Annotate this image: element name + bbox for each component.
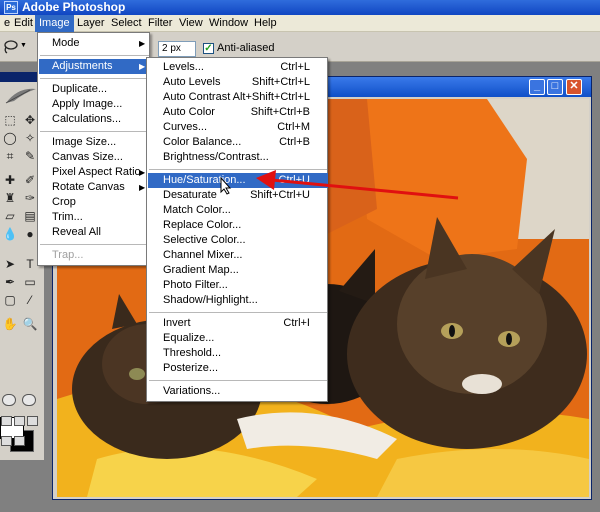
feather-logo-icon[interactable]: [4, 85, 38, 105]
menu-edit[interactable]: Edit: [10, 15, 37, 32]
pen-icon[interactable]: ✒: [2, 274, 18, 290]
menu-layer[interactable]: Layer: [73, 15, 109, 32]
photoshop-icon[interactable]: Ps: [4, 1, 18, 14]
menu-item-photo-filter[interactable]: Photo Filter...: [148, 278, 328, 293]
shape-icon[interactable]: ▭: [22, 274, 38, 290]
palette-button[interactable]: [14, 436, 25, 446]
app-title-bar: Ps Adobe Photoshop: [0, 0, 600, 15]
menu-item-curves[interactable]: Curves... Ctrl+M: [148, 120, 328, 135]
submenu-arrow-icon: ▶: [139, 39, 146, 48]
menu-item-selective-color[interactable]: Selective Color...: [148, 233, 328, 248]
menu-item-posterize[interactable]: Posterize...: [148, 361, 328, 376]
screen-mode-full-menu-button[interactable]: [14, 416, 25, 426]
submenu-arrow-icon: ▶: [139, 168, 146, 177]
dodge-icon[interactable]: ●: [22, 226, 38, 242]
menu-item-levels[interactable]: Levels... Ctrl+L: [148, 60, 328, 75]
menu-divider: [40, 131, 149, 132]
menu-item-gradient-map[interactable]: Gradient Map...: [148, 263, 328, 278]
menu-select[interactable]: Select: [107, 15, 146, 32]
crop-icon[interactable]: ⌗: [2, 148, 18, 164]
menu-item-auto-color[interactable]: Auto Color Shift+Ctrl+B: [148, 105, 328, 120]
maximize-button[interactable]: □: [547, 79, 563, 95]
menu-filter[interactable]: Filter: [144, 15, 176, 32]
eyedropper-icon[interactable]: ⁄: [22, 292, 38, 308]
menu-item-invert[interactable]: Invert Ctrl+I: [148, 316, 328, 331]
brush-icon[interactable]: ✐: [22, 172, 38, 188]
menu-item-channel-mixer[interactable]: Channel Mixer...: [148, 248, 328, 263]
minimize-button[interactable]: _: [529, 79, 545, 95]
adjustments-submenu: Levels... Ctrl+L Auto Levels Shift+Ctrl+…: [146, 57, 328, 402]
mouse-cursor-icon: [220, 177, 232, 195]
menu-help[interactable]: Help: [250, 15, 281, 32]
anti-aliased-checkbox[interactable]: ✓: [203, 43, 214, 54]
menu-item-mode[interactable]: Mode ▶: [39, 36, 150, 51]
menu-item-variations[interactable]: Variations...: [148, 384, 328, 399]
type-icon[interactable]: T: [22, 256, 38, 272]
submenu-arrow-icon: ▶: [139, 62, 146, 71]
menu-divider: [40, 244, 149, 245]
quick-mask-button[interactable]: [22, 394, 36, 406]
menu-divider: [40, 55, 149, 56]
menu-item-image-size[interactable]: Image Size...: [39, 135, 150, 150]
gradient-icon[interactable]: ▤: [22, 208, 38, 224]
menu-item-rotate-canvas[interactable]: Rotate Canvas ▶: [39, 180, 150, 195]
zoom-icon[interactable]: 🔍: [22, 316, 38, 332]
image-menu: Mode ▶ Adjustments ▶ Duplicate... Apply …: [37, 32, 150, 266]
feather-input[interactable]: 2 px: [158, 41, 196, 57]
menu-item-desaturate[interactable]: Desaturate Shift+Ctrl+U: [148, 188, 328, 203]
menu-divider: [149, 169, 327, 170]
menu-item-adjustments[interactable]: Adjustments ▶: [39, 59, 150, 74]
eraser-icon[interactable]: ▱: [2, 208, 18, 224]
app-title: Adobe Photoshop: [22, 0, 126, 14]
blur-icon[interactable]: 💧: [2, 226, 18, 242]
screen-mode-full-button[interactable]: [27, 416, 38, 426]
path-selection-icon[interactable]: ➤: [2, 256, 18, 272]
menu-item-auto-levels[interactable]: Auto Levels Shift+Ctrl+L: [148, 75, 328, 90]
menu-bar: e Edit Image Layer Select Filter View Wi…: [0, 15, 600, 32]
menu-window[interactable]: Window: [205, 15, 252, 32]
menu-item-crop[interactable]: Crop: [39, 195, 150, 210]
menu-item-trim[interactable]: Trim...: [39, 210, 150, 225]
submenu-arrow-icon: ▶: [139, 183, 146, 192]
lasso-icon[interactable]: [2, 39, 18, 55]
menu-image[interactable]: Image: [35, 15, 74, 32]
menu-item-color-balance[interactable]: Color Balance... Ctrl+B: [148, 135, 328, 150]
clone-stamp-icon[interactable]: ♜: [2, 190, 18, 206]
move-icon[interactable]: ✥: [22, 112, 38, 128]
menu-item-equalize[interactable]: Equalize...: [148, 331, 328, 346]
menu-item-brightness-contrast[interactable]: Brightness/Contrast...: [148, 150, 328, 165]
menu-divider: [40, 78, 149, 79]
menu-item-auto-contrast[interactable]: Auto Contrast Alt+Shift+Ctrl+L: [148, 90, 328, 105]
menu-item-reveal-all[interactable]: Reveal All: [39, 225, 150, 240]
menu-view[interactable]: View: [175, 15, 207, 32]
menu-divider: [149, 312, 327, 313]
lasso-tool-icon[interactable]: ◯: [2, 130, 18, 146]
menu-divider: [149, 380, 327, 381]
marquee-icon[interactable]: ⬚: [2, 112, 18, 128]
menu-item-pixel-aspect-ratio[interactable]: Pixel Aspect Ratio ▶: [39, 165, 150, 180]
magic-wand-icon[interactable]: ✧: [22, 130, 38, 146]
screen-mode-standard-button[interactable]: [1, 416, 12, 426]
healing-brush-icon[interactable]: ✚: [2, 172, 18, 188]
menu-item-shadow-highlight[interactable]: Shadow/Highlight...: [148, 293, 328, 308]
menu-item-hue-saturation[interactable]: Hue/Saturation... Ctrl+U: [148, 173, 328, 188]
tool-preset-arrow-icon[interactable]: ▼: [20, 42, 27, 49]
menu-item-threshold[interactable]: Threshold...: [148, 346, 328, 361]
history-brush-icon[interactable]: ✑: [22, 190, 38, 206]
slice-icon[interactable]: ✎: [22, 148, 38, 164]
menu-item-match-color[interactable]: Match Color...: [148, 203, 328, 218]
close-button[interactable]: ✕: [566, 79, 582, 95]
menu-item-canvas-size[interactable]: Canvas Size...: [39, 150, 150, 165]
menu-item-trap: Trap...: [52, 249, 84, 261]
anti-aliased-label: Anti-aliased: [217, 42, 275, 54]
hand-icon[interactable]: ✋: [2, 316, 18, 332]
menu-item-duplicate[interactable]: Duplicate...: [39, 82, 150, 97]
menu-item-replace-color[interactable]: Replace Color...: [148, 218, 328, 233]
jump-to-imageready-button[interactable]: [1, 436, 12, 446]
menu-item-apply-image[interactable]: Apply Image...: [39, 97, 150, 112]
notes-icon[interactable]: ▢: [2, 292, 18, 308]
standard-mode-button[interactable]: [2, 394, 16, 406]
menu-item-calculations[interactable]: Calculations...: [39, 112, 150, 127]
